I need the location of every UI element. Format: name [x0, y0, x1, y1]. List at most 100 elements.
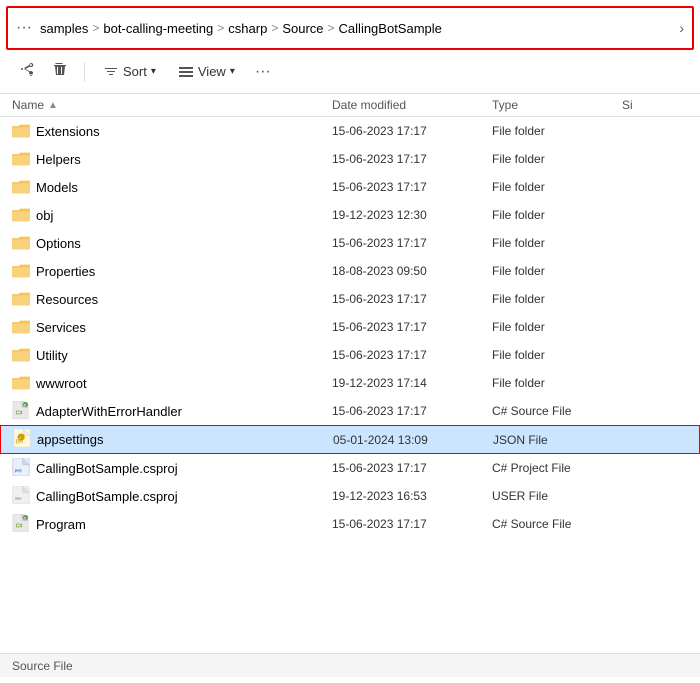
file-name-cell: user CallingBotSample.csproj	[12, 486, 332, 507]
file-type-cell: File folder	[492, 180, 622, 194]
file-name-cell: {js} ♪ appsettings	[13, 429, 333, 450]
column-headers: Name ▲ Date modified Type Si	[0, 94, 700, 117]
breadcrumb-forward-icon[interactable]: ›	[679, 20, 684, 36]
file-name-cell: Properties	[12, 261, 332, 282]
table-row[interactable]: {js} ♪ appsettings 05-01-2024 13:09 JSON…	[0, 425, 700, 454]
file-date-cell: 05-01-2024 13:09	[333, 433, 493, 447]
sort-button[interactable]: Sort ▾	[95, 60, 164, 84]
file-name-text: CallingBotSample.csproj	[36, 489, 178, 504]
file-date-cell: 19-12-2023 16:53	[332, 489, 492, 503]
status-text: Source File	[12, 659, 73, 673]
more-label: ···	[255, 63, 271, 80]
svg-text:♪: ♪	[19, 435, 21, 440]
file-date-cell: 19-12-2023 12:30	[332, 208, 492, 222]
file-type-cell: File folder	[492, 208, 622, 222]
file-type-cell: C# Source File	[492, 404, 622, 418]
breadcrumb-more-button[interactable]: ···	[16, 19, 32, 37]
file-type-cell: File folder	[492, 376, 622, 390]
view-label: View	[198, 64, 226, 79]
toolbar-separator	[84, 62, 85, 82]
table-row[interactable]: Services 15-06-2023 17:17 File folder	[0, 313, 700, 341]
file-name-cell: obj	[12, 205, 332, 226]
view-button[interactable]: View ▾	[170, 60, 243, 84]
file-list: Extensions 15-06-2023 17:17 File folder …	[0, 117, 700, 676]
svg-text:C#: C#	[16, 523, 23, 529]
file-icon: C# C	[12, 401, 30, 422]
sort-chevron-icon: ▾	[151, 66, 156, 77]
file-name-cell: proj CallingBotSample.csproj	[12, 458, 332, 479]
file-name-cell: Options	[12, 233, 332, 254]
delete-button[interactable]	[46, 57, 74, 86]
table-row[interactable]: Utility 15-06-2023 17:17 File folder	[0, 341, 700, 369]
file-type-cell: File folder	[492, 264, 622, 278]
table-row[interactable]: wwwroot 19-12-2023 17:14 File folder	[0, 369, 700, 397]
file-name-text: AdapterWithErrorHandler	[36, 404, 182, 419]
file-name-text: Options	[36, 236, 81, 251]
table-row[interactable]: Resources 15-06-2023 17:17 File folder	[0, 285, 700, 313]
col-type-label: Type	[492, 98, 518, 112]
table-row[interactable]: Helpers 15-06-2023 17:17 File folder	[0, 145, 700, 173]
file-icon: {js} ♪	[13, 429, 31, 450]
file-date-cell: 15-06-2023 17:17	[332, 461, 492, 475]
breadcrumb-item-2[interactable]: csharp	[228, 21, 267, 36]
file-icon: proj	[12, 458, 30, 479]
file-date-cell: 15-06-2023 17:17	[332, 320, 492, 334]
file-type-cell: USER File	[492, 489, 622, 503]
file-date-cell: 15-06-2023 17:17	[332, 124, 492, 138]
col-name-label[interactable]: Name	[12, 98, 44, 112]
breadcrumb-sep-3: >	[328, 21, 335, 35]
table-row[interactable]: Properties 18-08-2023 09:50 File folder	[0, 257, 700, 285]
file-type-cell: File folder	[492, 236, 622, 250]
table-row[interactable]: C# C AdapterWithErrorHandler 15-06-2023 …	[0, 397, 700, 425]
table-row[interactable]: Extensions 15-06-2023 17:17 File folder	[0, 117, 700, 145]
file-icon	[12, 289, 30, 310]
file-name-cell: Helpers	[12, 149, 332, 170]
table-row[interactable]: Models 15-06-2023 17:17 File folder	[0, 173, 700, 201]
file-date-cell: 15-06-2023 17:17	[332, 236, 492, 250]
file-name-text: wwwroot	[36, 376, 87, 391]
breadcrumb-sep-1: >	[217, 21, 224, 35]
file-icon	[12, 149, 30, 170]
file-icon: user	[12, 486, 30, 507]
file-name-cell: Services	[12, 317, 332, 338]
breadcrumb-item-1[interactable]: bot-calling-meeting	[103, 21, 213, 36]
col-sort-arrow-icon: ▲	[48, 100, 58, 111]
file-icon	[12, 233, 30, 254]
file-icon: C# C	[12, 514, 30, 535]
breadcrumb-item-4[interactable]: CallingBotSample	[339, 21, 442, 36]
file-date-cell: 15-06-2023 17:17	[332, 404, 492, 418]
file-icon	[12, 177, 30, 198]
file-name-cell: C# C Program	[12, 514, 332, 535]
svg-text:user: user	[15, 496, 23, 500]
sort-label: Sort	[123, 64, 147, 79]
breadcrumb-items: samples > bot-calling-meeting > csharp >…	[40, 21, 673, 36]
file-name-text: Models	[36, 180, 78, 195]
file-name-text: Helpers	[36, 152, 81, 167]
table-row[interactable]: obj 19-12-2023 12:30 File folder	[0, 201, 700, 229]
col-date-label: Date modified	[332, 98, 406, 112]
file-name-text: Utility	[36, 348, 68, 363]
table-row[interactable]: Options 15-06-2023 17:17 File folder	[0, 229, 700, 257]
table-row[interactable]: user CallingBotSample.csproj 19-12-2023 …	[0, 482, 700, 510]
file-date-cell: 15-06-2023 17:17	[332, 152, 492, 166]
file-date-cell: 15-06-2023 17:17	[332, 180, 492, 194]
svg-text:C: C	[24, 516, 27, 520]
table-row[interactable]: C# C Program 15-06-2023 17:17 C# Source …	[0, 510, 700, 538]
more-options-button[interactable]: ···	[249, 59, 277, 85]
breadcrumb: ··· samples > bot-calling-meeting > csha…	[6, 6, 694, 50]
file-date-cell: 19-12-2023 17:14	[332, 376, 492, 390]
table-row[interactable]: proj CallingBotSample.csproj 15-06-2023 …	[0, 454, 700, 482]
svg-text:C#: C#	[16, 410, 23, 416]
file-date-cell: 15-06-2023 17:17	[332, 292, 492, 306]
file-icon	[12, 373, 30, 394]
breadcrumb-item-0[interactable]: samples	[40, 21, 88, 36]
breadcrumb-item-3[interactable]: Source	[282, 21, 323, 36]
file-name-cell: Utility	[12, 345, 332, 366]
file-icon	[12, 121, 30, 142]
share-button[interactable]	[12, 57, 40, 86]
status-bar: Source File	[0, 653, 700, 677]
file-name-text: Program	[36, 517, 86, 532]
svg-text:proj: proj	[15, 468, 22, 472]
breadcrumb-sep-2: >	[271, 21, 278, 35]
file-name-cell: Models	[12, 177, 332, 198]
